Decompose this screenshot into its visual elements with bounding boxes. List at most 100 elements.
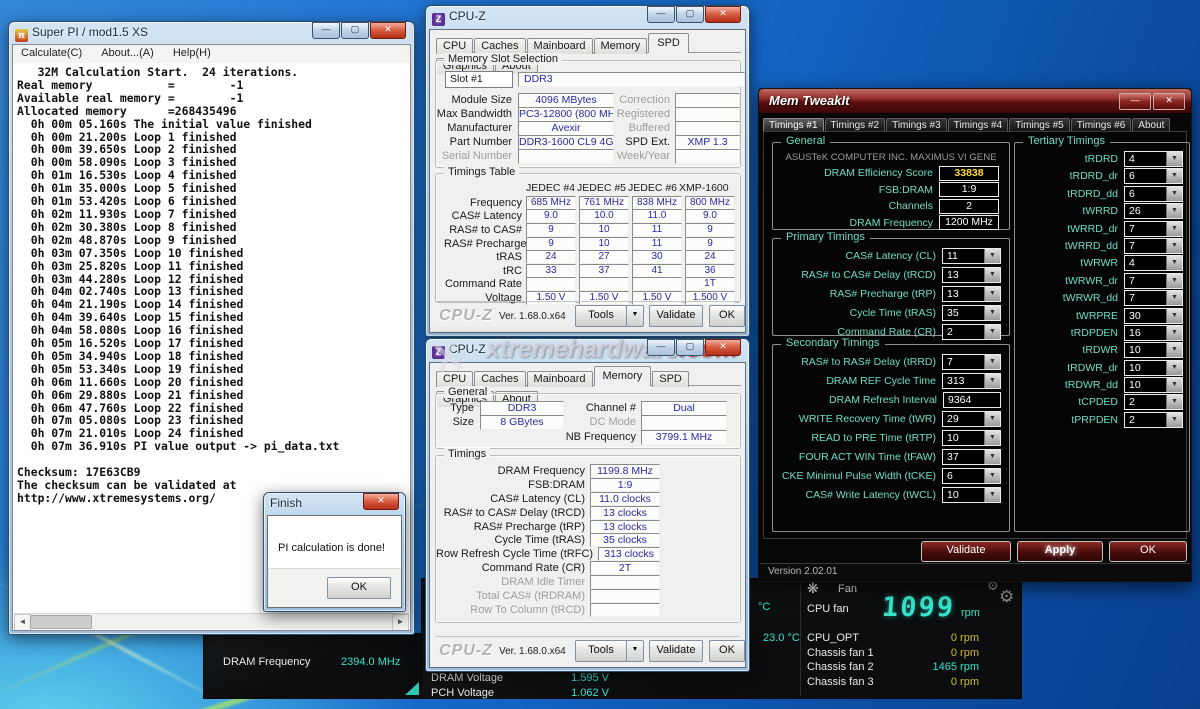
scroll-left-icon[interactable]: ◄ (14, 614, 31, 631)
cpuz-tab[interactable]: Mainboard (527, 38, 593, 54)
maximize-icon[interactable]: ▢ (341, 22, 369, 39)
timing-value[interactable]: 10 (1125, 361, 1166, 375)
timing-value[interactable]: 26 (1125, 204, 1166, 218)
cpuz-tab[interactable]: CPU (436, 38, 473, 54)
chevron-down-icon[interactable]: ▼ (1166, 204, 1182, 218)
chevron-down-icon[interactable]: ▼ (984, 450, 1000, 464)
timing-combo[interactable]: 35▼ (942, 305, 1001, 321)
timing-value[interactable]: 35 (943, 306, 984, 320)
timing-combo[interactable]: 10▼ (1124, 360, 1183, 376)
timing-combo[interactable]: 16▼ (1124, 325, 1183, 341)
timing-combo[interactable]: 6▼ (942, 468, 1001, 484)
cpuz-tab[interactable]: SPD (648, 33, 689, 53)
chevron-down-icon[interactable]: ▼ (1166, 169, 1182, 183)
chevron-down-icon[interactable]: ▼ (1166, 291, 1182, 305)
timing-value[interactable]: 4 (1125, 256, 1166, 270)
timing-combo[interactable]: 10▼ (1124, 377, 1183, 393)
timing-value[interactable]: 10 (943, 488, 984, 502)
timing-combo[interactable]: 2▼ (942, 324, 1001, 340)
gear-icon[interactable]: ⚙ (999, 587, 1014, 607)
ok-button[interactable]: OK (709, 640, 745, 662)
maximize-icon[interactable]: ▢ (676, 6, 704, 23)
timing-combo[interactable]: 10▼ (942, 430, 1001, 446)
tools-button[interactable]: Tools (575, 305, 627, 327)
timing-combo[interactable]: 10▼ (1124, 342, 1183, 358)
close-icon[interactable]: ✕ (363, 493, 399, 510)
timing-value[interactable]: 6 (1125, 169, 1166, 183)
timing-combo[interactable]: 29▼ (942, 411, 1001, 427)
timing-value[interactable]: 7 (1125, 274, 1166, 288)
chevron-down-icon[interactable]: ▼ (984, 325, 1000, 339)
chevron-down-icon[interactable]: ▼ (1166, 239, 1182, 253)
ok-button[interactable]: OK (709, 305, 745, 327)
menu-help[interactable]: Help(H) (165, 45, 219, 61)
chevron-down-icon[interactable]: ▼ (984, 287, 1000, 301)
apply-button[interactable]: Apply (1017, 541, 1103, 562)
chevron-down-icon[interactable]: ▼ (1166, 361, 1182, 375)
timing-value[interactable]: 37 (943, 450, 984, 464)
timing-value[interactable]: 7 (1125, 291, 1166, 305)
minimize-icon[interactable]: — (647, 6, 675, 23)
timing-value[interactable]: 313 (943, 374, 984, 388)
chevron-down-icon[interactable]: ▼ (984, 412, 1000, 426)
timing-value[interactable]: 4 (1125, 152, 1166, 166)
chevron-down-icon[interactable]: ▼ (1166, 222, 1182, 236)
timing-combo[interactable]: 30▼ (1124, 308, 1183, 324)
timing-combo[interactable]: 7▼ (1124, 273, 1183, 289)
timing-value[interactable]: 7 (1125, 222, 1166, 236)
chevron-down-icon[interactable]: ▼ (1166, 152, 1182, 166)
timing-combo[interactable]: 4▼ (1124, 255, 1183, 271)
chevron-down-icon[interactable]: ▼ (984, 249, 1000, 263)
scrollbar-thumb[interactable] (30, 615, 92, 629)
close-icon[interactable]: ✕ (705, 6, 741, 23)
tools-dropdown-icon[interactable]: ▼ (626, 305, 644, 327)
close-icon[interactable]: ✕ (705, 339, 741, 356)
chevron-down-icon[interactable]: ▼ (984, 431, 1000, 445)
ok-button[interactable]: OK (327, 577, 391, 599)
timing-combo[interactable]: 4▼ (1124, 151, 1183, 167)
cpuz-tab[interactable]: CPU (436, 371, 473, 387)
timing-value[interactable]: 2 (1125, 413, 1166, 427)
chevron-down-icon[interactable]: ▼ (984, 374, 1000, 388)
timing-value[interactable]: 30 (1125, 309, 1166, 323)
timing-combo[interactable]: 13▼ (942, 286, 1001, 302)
timing-combo[interactable]: 7▼ (1124, 238, 1183, 254)
chevron-down-icon[interactable]: ▼ (1166, 256, 1182, 270)
timing-value[interactable]: 7 (1125, 239, 1166, 253)
timing-value[interactable]: 7 (943, 355, 984, 369)
minimize-icon[interactable]: — (647, 339, 675, 356)
timing-value[interactable]: 2 (1125, 395, 1166, 409)
close-icon[interactable]: ✕ (370, 22, 406, 39)
cpuz-tab[interactable]: Caches (474, 38, 525, 54)
timing-value[interactable]: 16 (1125, 326, 1166, 340)
panel-resize-handle[interactable] (405, 682, 419, 695)
timing-value[interactable]: 11 (943, 249, 984, 263)
scroll-right-icon[interactable]: ► (392, 614, 409, 631)
timing-combo[interactable]: 7▼ (1124, 290, 1183, 306)
timing-value[interactable]: 10 (1125, 343, 1166, 357)
timing-combo[interactable]: 2▼ (1124, 394, 1183, 410)
chevron-down-icon[interactable]: ▼ (1166, 274, 1182, 288)
chevron-down-icon[interactable]: ▼ (1166, 187, 1182, 201)
timing-value[interactable]: 10 (1125, 378, 1166, 392)
timing-value[interactable]: 13 (943, 287, 984, 301)
cpuz-tab[interactable]: Mainboard (527, 371, 593, 387)
chevron-down-icon[interactable]: ▼ (1166, 309, 1182, 323)
timing-value[interactable]: 6 (1125, 187, 1166, 201)
chevron-down-icon[interactable]: ▼ (984, 355, 1000, 369)
timing-value[interactable]: 10 (943, 431, 984, 445)
timing-combo[interactable]: 26▼ (1124, 203, 1183, 219)
validate-button[interactable]: Validate (649, 640, 703, 662)
close-icon[interactable]: ✕ (1153, 93, 1185, 110)
timing-combo[interactable]: 6▼ (1124, 168, 1183, 184)
menu-calculate[interactable]: Calculate(C) (13, 45, 90, 61)
chevron-down-icon[interactable]: ▼ (1166, 413, 1182, 427)
chevron-down-icon[interactable]: ▼ (1166, 378, 1182, 392)
timing-combo[interactable]: 11▼ (942, 248, 1001, 264)
timing-combo[interactable]: 10▼ (942, 487, 1001, 503)
timing-combo[interactable]: 313▼ (942, 373, 1001, 389)
cpuz-tab[interactable]: Memory (594, 38, 648, 54)
maximize-icon[interactable]: ▢ (676, 339, 704, 356)
validate-button[interactable]: Validate (921, 541, 1011, 562)
chevron-down-icon[interactable]: ▼ (984, 469, 1000, 483)
